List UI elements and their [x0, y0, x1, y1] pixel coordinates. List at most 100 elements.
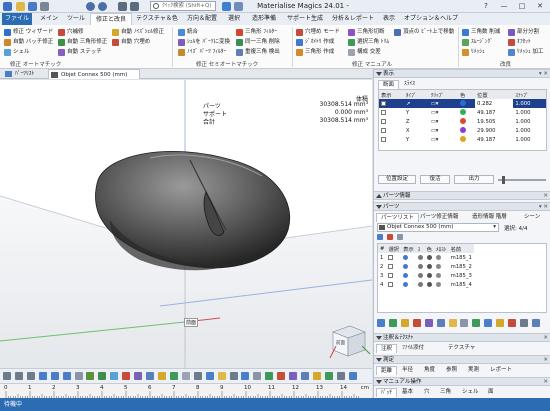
slider-handle[interactable] [502, 176, 505, 184]
row-color[interactable] [460, 136, 467, 143]
view-iso-icon[interactable] [74, 372, 83, 380]
col-name[interactable]: 名前 [448, 244, 474, 253]
add-part-icon[interactable] [377, 234, 383, 240]
intersect-button[interactable]: 構成 交差 [348, 48, 381, 57]
tab-tools[interactable]: ツール [64, 13, 88, 25]
col-display[interactable]: 表示 [379, 90, 404, 99]
subtab-annotation[interactable]: 注釈 [376, 344, 398, 353]
color-icon[interactable] [277, 372, 286, 380]
part-color-swatch[interactable] [426, 281, 432, 287]
table-row[interactable]: 4 m185_4 [378, 280, 474, 289]
geometry-create-button[interactable]: ｼﾞｵﾒﾄﾘ 作成 [296, 38, 334, 47]
part-name[interactable]: m185_4 [449, 280, 474, 289]
doc-tab-scene[interactable]: Objet Connex 500 (mm) [48, 69, 140, 79]
triangle-create-button[interactable]: 三角形 作成 [296, 48, 334, 57]
part-action-icon[interactable] [472, 319, 481, 327]
select-checkbox[interactable] [388, 263, 394, 269]
col-s[interactable]: ｽ [415, 244, 425, 253]
subtab-report[interactable]: レポート [486, 366, 516, 375]
mesh-icon[interactable] [435, 281, 441, 287]
screenshot-icon[interactable] [301, 372, 310, 380]
table-row[interactable]: Y ▭▾ 49.187 1.000 [379, 108, 546, 117]
part-name[interactable]: m185_3 [449, 271, 474, 280]
restore-button[interactable]: 復活 [420, 175, 450, 184]
tab-main[interactable]: メイン [36, 13, 62, 25]
auto-hole-fill-button[interactable]: 自動 穴埋め [112, 38, 150, 47]
clip-icon[interactable]: ▭▾ [429, 126, 458, 135]
filter-icon[interactable] [396, 234, 403, 240]
tab-file[interactable]: ファイル [2, 13, 32, 25]
manual-ops-panel-header[interactable]: マニュアル操作 ✕ [374, 377, 550, 386]
col-num[interactable]: # [378, 244, 387, 253]
row-step[interactable]: 1.000 [513, 126, 546, 135]
measure-panel-header[interactable]: 測定 ✕ [374, 355, 550, 364]
auto-stitch-button[interactable]: 自動 ステッチ [58, 48, 102, 57]
rotate-icon[interactable] [3, 372, 11, 380]
fullscreen-icon[interactable] [324, 372, 333, 380]
auto-batch-fix-button[interactable]: 自動 バッチ修正 [4, 38, 53, 47]
part-action-icon[interactable] [436, 319, 445, 327]
reduce-triangles-button[interactable]: 三角数 削減 [462, 28, 500, 37]
part-action-icon[interactable] [424, 319, 433, 327]
eye-icon[interactable] [403, 272, 409, 278]
toolbar-icon-2[interactable] [234, 2, 243, 11]
subdivide-button[interactable]: 部分分割 [508, 28, 539, 37]
help-button[interactable]: ? [478, 1, 494, 11]
merge-button[interactable]: 統合 [178, 28, 198, 37]
remesh-button[interactable]: ﾘﾒｯｼｭ [462, 48, 485, 57]
subtab-distance[interactable]: 距離 [376, 366, 398, 375]
panel-controls-icon[interactable]: ✕ [543, 356, 548, 364]
set-position-button[interactable]: 位置設定 [378, 175, 416, 184]
table-row[interactable]: ↗ ▭▾ 0.282 1.000 [379, 99, 546, 108]
subtab-patch[interactable]: ﾊﾟｯﾁ [376, 388, 398, 397]
row-step[interactable]: 1.000 [513, 117, 546, 126]
view-side-icon[interactable] [62, 372, 71, 380]
part-action-icon[interactable] [460, 319, 469, 327]
minimize-button[interactable]: — [496, 1, 512, 11]
view-icon[interactable] [118, 2, 127, 11]
tab-support-gen[interactable]: サポート生成 [284, 13, 326, 25]
row-step[interactable]: 1.000 [513, 108, 546, 117]
tab-texture-color[interactable]: テクスチャ＆色 [134, 13, 180, 25]
normals-icon[interactable] [122, 372, 131, 380]
subtab-part-fix-info[interactable]: パーツ修正情報 [416, 213, 462, 222]
table-row[interactable]: 3 m185_3 [378, 271, 474, 280]
mesh-icon[interactable] [435, 254, 441, 260]
select-checkbox[interactable] [388, 272, 394, 278]
row-color[interactable] [460, 118, 467, 125]
select-checkbox[interactable] [388, 254, 394, 260]
part-action-icon[interactable] [531, 319, 540, 327]
part-color-swatch[interactable] [426, 254, 432, 260]
row-position[interactable]: 0.282 [475, 99, 514, 108]
triangles-icon[interactable] [110, 372, 119, 380]
subtab-part-list[interactable]: パーツリスト [376, 213, 419, 222]
row-position[interactable]: 19.505 [475, 117, 513, 126]
tab-orient-place[interactable]: 方向＆配置 [182, 13, 222, 25]
overlap-triangle-detect-button[interactable]: 重複三角 検出 [236, 48, 280, 57]
subtab-texture[interactable]: テクスチャ [444, 344, 479, 353]
settings-icon[interactable] [130, 2, 139, 11]
triangle-filter-button[interactable]: 三角形 ﾌｨﾙﾀｰ [236, 28, 277, 37]
table-row[interactable]: 1 m185_1 [378, 253, 474, 262]
tab-select[interactable]: 選択 [224, 13, 244, 25]
clip-icon[interactable]: ▭▾ [428, 99, 459, 108]
shell-button[interactable]: シェル [4, 48, 30, 57]
row-position[interactable]: 49.187 [475, 135, 513, 144]
noise-part-filter-button[interactable]: ﾉｲｽﾞ ﾊﾟｰﾂ ﾌｨﾙﾀｰ [178, 48, 226, 57]
part-name[interactable]: m185_1 [449, 253, 474, 262]
hole-fill-button[interactable]: 穴補修 [58, 28, 84, 37]
display-checkbox[interactable] [381, 109, 386, 115]
subtab-triangle[interactable]: 三角 [436, 388, 455, 397]
display-checkbox[interactable] [381, 127, 386, 133]
mesh-icon[interactable] [435, 272, 441, 278]
subtab-hole[interactable]: 穴 [420, 388, 434, 397]
subtab-radius[interactable]: 半径 [398, 366, 417, 375]
subtab-file-attach[interactable]: ﾌｧｲﾙ添付 [398, 344, 428, 353]
col-step[interactable]: ｽﾃｯﾌﾟ [513, 90, 546, 99]
section-icon[interactable] [205, 372, 214, 380]
fit-icon[interactable] [241, 372, 250, 380]
part-action-icon[interactable] [496, 319, 505, 327]
select-icon[interactable] [134, 372, 143, 380]
remove-part-icon[interactable] [386, 234, 393, 240]
part-color-swatch[interactable] [426, 272, 432, 278]
